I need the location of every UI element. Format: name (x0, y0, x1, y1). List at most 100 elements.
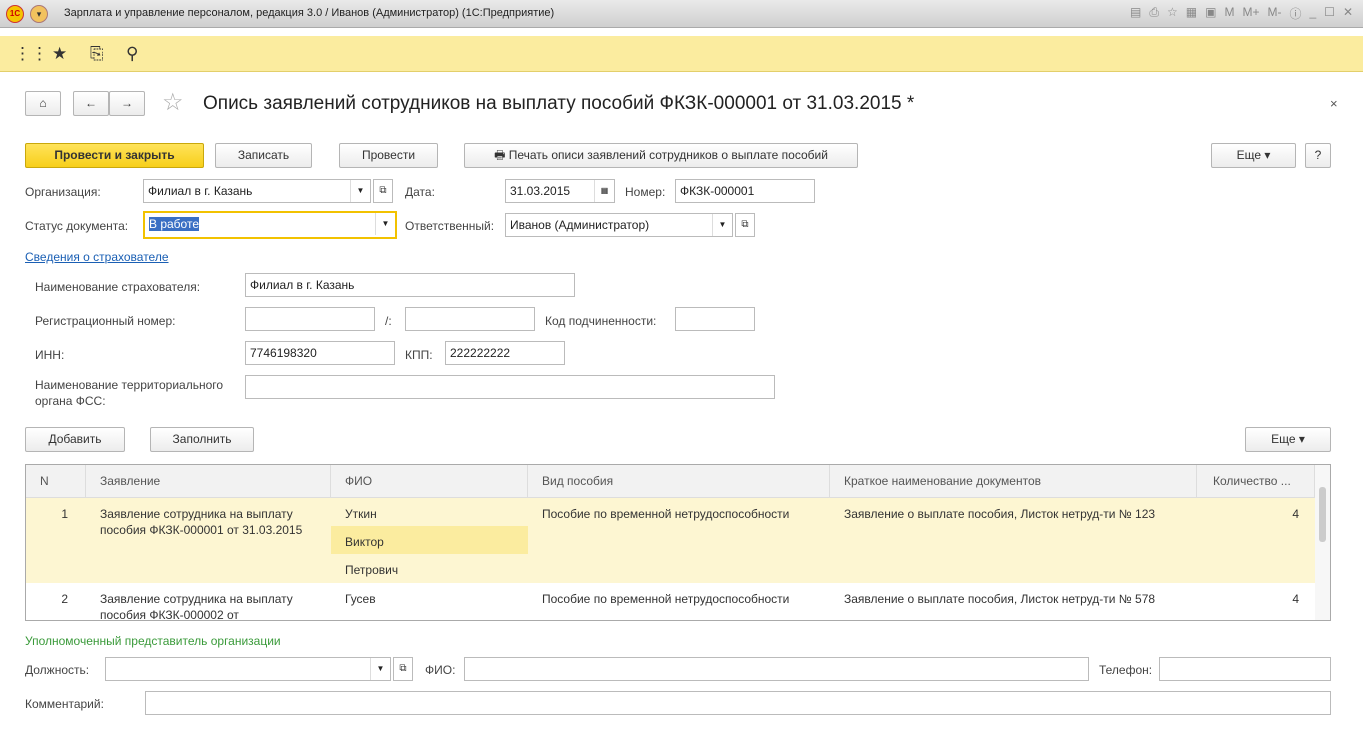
print-icon[interactable]: ⎙ (1149, 5, 1159, 22)
fss-field[interactable] (245, 375, 775, 399)
inn-label: ИНН: (35, 348, 65, 362)
inn-field[interactable]: 7746198320 (245, 341, 395, 365)
cell-fio-last: Уткин (345, 507, 377, 521)
responsible-value: Иванов (Администратор) (510, 218, 650, 232)
fill-button[interactable]: Заполнить (150, 427, 254, 452)
more-label: Еще (1236, 148, 1262, 162)
dropdown-icon[interactable]: ▼ (350, 180, 370, 202)
print-button[interactable]: 🖶 Печать описи заявлений сотрудников о в… (464, 143, 858, 168)
search-icon[interactable]: ⚲ (126, 44, 138, 64)
window-titlebar: 1С ▾ Зарплата и управление персоналом, р… (0, 0, 1363, 28)
cell-benefit-type: Пособие по временной нетрудоспособности (542, 592, 790, 606)
table-scrollbar[interactable] (1315, 465, 1330, 620)
column-header-n[interactable]: N (26, 465, 86, 498)
phone-field[interactable] (1159, 657, 1331, 681)
cell-application: Заявление сотрудника на выплату пособия … (100, 592, 293, 621)
save-button[interactable]: Записать (215, 143, 312, 168)
app-logo: 1С (6, 5, 24, 23)
reg-number-2-field[interactable] (405, 307, 535, 331)
representative-section-title: Уполномоченный представитель организации (25, 634, 281, 648)
kpp-field[interactable]: 222222222 (445, 341, 565, 365)
insurer-info-link[interactable]: Сведения о страхователе (25, 250, 169, 264)
rep-fio-field[interactable] (464, 657, 1089, 681)
insurer-name-field[interactable]: Филиал в г. Казань (245, 273, 575, 297)
add-button[interactable]: Добавить (25, 427, 125, 452)
reg-slash-label: /: (385, 314, 392, 328)
post-button[interactable]: Провести (339, 143, 438, 168)
m-icon[interactable]: M (1224, 5, 1234, 22)
date-value: 31.03.2015 (510, 184, 571, 198)
dropdown-icon[interactable]: ▼ (370, 658, 390, 680)
close-window-icon[interactable]: ✕ (1343, 5, 1353, 22)
close-form-icon[interactable]: × (1330, 96, 1338, 111)
back-button[interactable]: ← (73, 91, 109, 116)
cell-quantity: 4 (1292, 592, 1299, 606)
open-icon[interactable]: ⧉ (373, 179, 393, 203)
column-header-fio[interactable]: ФИО (331, 465, 528, 498)
column-header-quantity[interactable]: Количество ... (1197, 465, 1315, 498)
printer-icon: 🖶 (494, 148, 509, 162)
post-and-close-button[interactable]: Провести и закрыть (25, 143, 204, 168)
date-label: Дата: (405, 185, 435, 199)
table-row[interactable]: 2 Заявление сотрудника на выплату пособи… (26, 583, 1315, 621)
table-row[interactable]: 1 Заявление сотрудника на выплату пособи… (26, 498, 1315, 583)
calendar-icon[interactable]: ▣ (1205, 5, 1216, 22)
sub-code-field[interactable] (675, 307, 755, 331)
main-menu-button[interactable]: ▾ (30, 5, 48, 23)
info-icon[interactable]: ⓘ (1289, 5, 1301, 22)
star-icon[interactable]: ★ (52, 44, 67, 64)
m-minus-icon[interactable]: M- (1267, 5, 1281, 22)
cell-n: 2 (61, 592, 68, 606)
column-header-benefit-type[interactable]: Вид пособия (528, 465, 830, 498)
more-button[interactable]: Еще ▾ (1211, 143, 1296, 168)
phone-label: Телефон: (1099, 663, 1153, 677)
save-icon[interactable]: ▤ (1130, 5, 1141, 22)
column-header-application[interactable]: Заявление (86, 465, 331, 498)
insurer-name-label: Наименование страхователя: (35, 280, 201, 294)
favorites-icon[interactable]: ☆ (1167, 5, 1178, 22)
status-field[interactable]: В работе ▼ (143, 211, 397, 239)
scrollbar-thumb[interactable] (1319, 487, 1326, 542)
number-field[interactable]: ФКЗК-000001 (675, 179, 815, 203)
comment-field[interactable] (145, 691, 1331, 715)
responsible-field[interactable]: Иванов (Администратор) ▼ (505, 213, 733, 237)
favorite-star-icon[interactable]: ☆ (162, 88, 184, 117)
apps-grid-icon[interactable]: ⋮⋮ (14, 44, 48, 64)
org-value: Филиал в г. Казань (148, 184, 253, 198)
number-label: Номер: (625, 185, 666, 199)
more-label: Еще (1271, 432, 1296, 446)
open-icon[interactable]: ⧉ (393, 657, 413, 681)
fss-label: Наименование территориального органа ФСС… (35, 378, 224, 408)
org-field[interactable]: Филиал в г. Казань ▼ (143, 179, 371, 203)
position-label: Должность: (25, 663, 90, 677)
table-more-button[interactable]: Еще ▾ (1245, 427, 1331, 452)
system-icons: ▤ ⎙ ☆ ▦ ▣ M M+ M-ⓘ _ ☐ ✕ (1130, 5, 1353, 22)
calculator-icon[interactable]: ▦ (1186, 5, 1197, 22)
org-label: Организация: (25, 185, 101, 199)
home-button[interactable]: ⌂ (25, 91, 61, 116)
open-icon[interactable]: ⧉ (735, 213, 755, 237)
status-value: В работе (149, 217, 200, 231)
dropdown-icon[interactable]: ▼ (712, 214, 732, 236)
help-button[interactable]: ? (1305, 143, 1331, 168)
reg-number-field[interactable] (245, 307, 375, 331)
history-icon[interactable]: ⎘ (90, 44, 104, 64)
sections-toolbar: ⋮⋮ ★ ⎘ ⚲ (0, 36, 1363, 72)
maximize-icon[interactable]: ☐ (1324, 5, 1335, 22)
sub-code-label: Код подчиненности: (545, 314, 657, 328)
position-field[interactable]: ▼ (105, 657, 391, 681)
minimize-icon[interactable]: _ (1309, 5, 1316, 22)
rep-fio-label: ФИО: (425, 663, 456, 677)
cell-fio-middle: Петрович (345, 563, 399, 577)
m-plus-icon[interactable]: M+ (1242, 5, 1259, 22)
date-field[interactable]: 31.03.2015 ▦ (505, 179, 615, 203)
column-header-documents[interactable]: Краткое наименование документов (830, 465, 1197, 498)
status-label: Статус документа: (25, 219, 129, 233)
cell-benefit-type: Пособие по временной нетрудоспособности (542, 507, 790, 521)
calendar-icon[interactable]: ▦ (594, 180, 614, 202)
dropdown-icon[interactable]: ▼ (375, 213, 395, 235)
print-label: Печать описи заявлений сотрудников о вып… (508, 148, 828, 162)
forward-button[interactable]: → (109, 91, 145, 116)
reg-number-label: Регистрационный номер: (35, 314, 176, 328)
cell-n: 1 (61, 507, 68, 521)
